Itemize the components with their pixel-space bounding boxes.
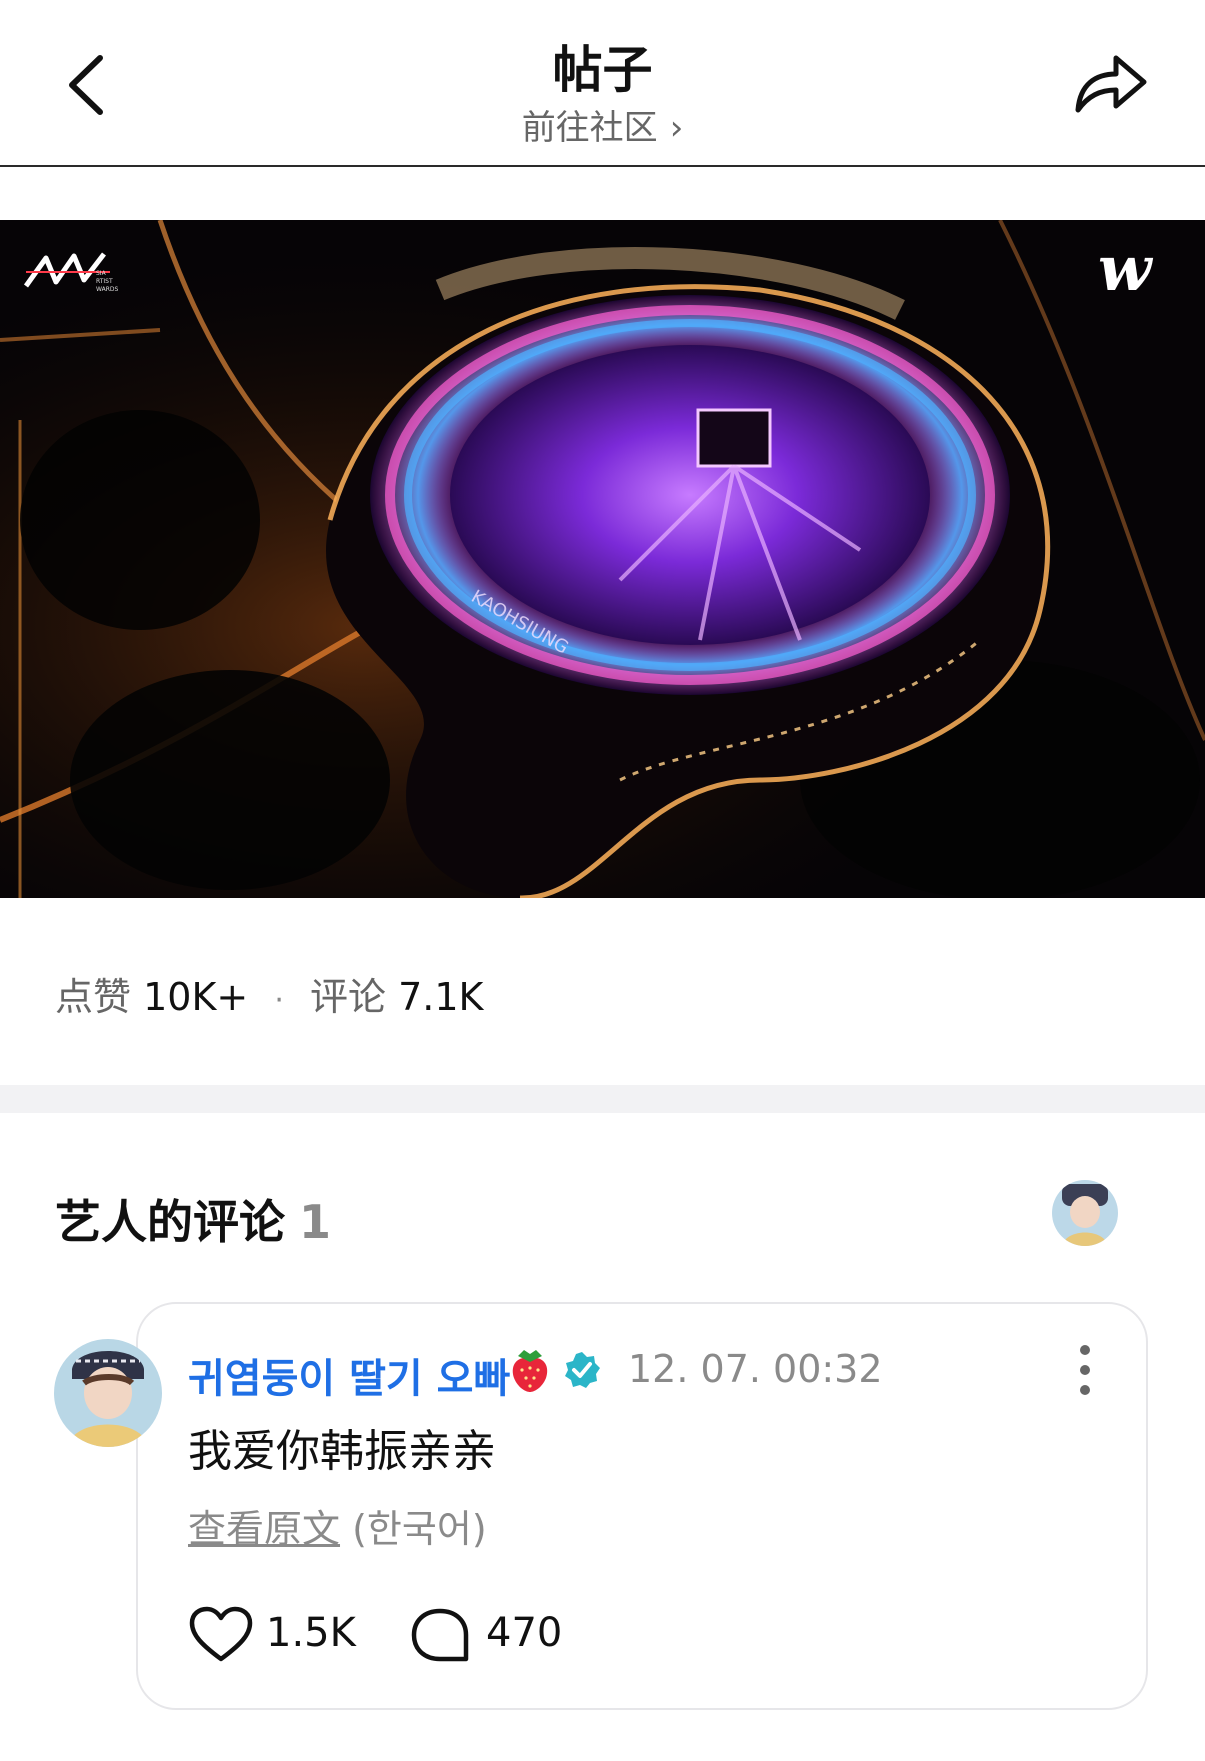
svg-text:SIA: SIA — [96, 270, 107, 277]
share-arrow-icon — [1075, 55, 1147, 113]
comment-bubble-icon — [411, 1608, 469, 1662]
reply-count: 470 — [486, 1610, 563, 1656]
comment-body: 我爱你韩振亲亲 — [188, 1426, 496, 1477]
likes-count: 10K+ — [143, 975, 249, 1019]
stats-separator: · — [274, 983, 284, 1018]
community-link-label: 前往社区 — [521, 108, 658, 148]
comments-count: 7.1K — [398, 975, 484, 1019]
post-video[interactable]: KAOHSIUNG SIA RTIST WARDS w — [0, 220, 1205, 898]
artist-avatar-small[interactable] — [1052, 1180, 1118, 1246]
strawberry-icon — [512, 1350, 548, 1392]
weverse-watermark-logo: w — [1098, 232, 1154, 305]
original-language-label: (한국어) — [352, 1507, 487, 1551]
artist-comments-title: 艺人的评论 — [55, 1195, 285, 1249]
more-options-button[interactable] — [1070, 1340, 1100, 1400]
comment-timestamp: 12. 07. 00:32 — [628, 1347, 883, 1391]
view-original-link[interactable]: 查看原文 — [188, 1507, 340, 1551]
section-divider — [0, 1085, 1205, 1113]
go-to-community-link[interactable]: 前往社区 › — [0, 100, 1205, 149]
view-original-row: 查看原文 (한국어) — [188, 1498, 487, 1553]
chevron-right-icon: › — [669, 108, 684, 148]
like-button[interactable] — [188, 1605, 254, 1665]
stadium-aerial-image: KAOHSIUNG SIA RTIST WARDS w — [0, 220, 1205, 898]
artist-comments-count: 1 — [299, 1195, 332, 1249]
post-stats: 点赞 10K+ · 评论 7.1K — [55, 966, 483, 1021]
likes-label: 点赞 — [55, 975, 132, 1019]
svg-text:RTIST: RTIST — [96, 278, 113, 285]
comment-author-name[interactable]: 귀염둥이 딸기 오빠 — [188, 1346, 510, 1404]
svg-text:WARDS: WARDS — [96, 286, 118, 293]
comments-label: 评论 — [309, 975, 386, 1019]
comment-author-avatar[interactable] — [54, 1339, 162, 1447]
avatar-image — [54, 1339, 162, 1447]
share-button[interactable] — [1070, 48, 1150, 118]
like-count: 1.5K — [266, 1610, 356, 1656]
avatar-image — [1052, 1180, 1118, 1246]
heart-icon — [189, 1606, 253, 1662]
page-title: 帖子 — [552, 41, 653, 99]
artist-comments-heading: 艺人的评论 1 — [55, 1186, 331, 1252]
more-vertical-icon — [1080, 1345, 1090, 1395]
reply-button[interactable] — [410, 1607, 470, 1665]
verified-badge-icon — [565, 1352, 600, 1388]
top-bar: 帖子 前往社区 › — [0, 0, 1205, 167]
